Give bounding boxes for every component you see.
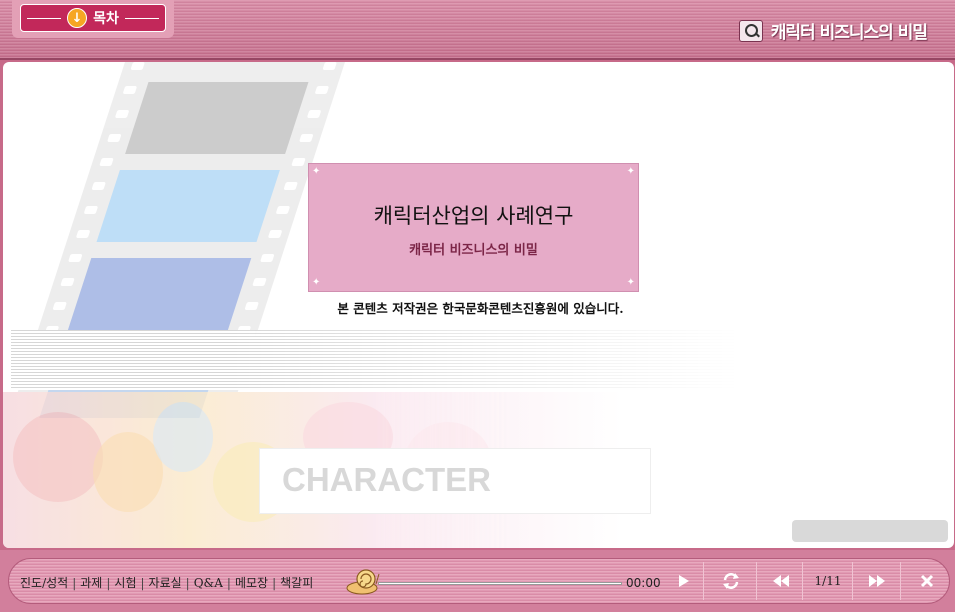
divider	[802, 562, 803, 600]
character-banner: CHARACTER	[259, 448, 651, 514]
copyright-notice: 본 콘텐츠 저작권은 한국문화콘텐츠진흥원에 있습니다.	[337, 301, 624, 316]
divider	[900, 562, 901, 600]
sparkle-icon: ✦	[626, 277, 635, 288]
sparkle-icon: ✦	[312, 277, 321, 288]
course-title: 캐릭터 비즈니스의 비밀	[738, 18, 928, 43]
lesson-title: 캐릭터산업의 사례연구	[373, 204, 574, 228]
menu-memo[interactable]: 메모장	[235, 574, 268, 591]
character-banner-text: CHARACTER	[282, 461, 491, 498]
sparkle-icon: ✦	[312, 166, 321, 177]
bottom-menu: 진도/성적 | 과제 | 시험 | 자료실 | Q&A | 메모장 | 책갈피	[20, 574, 314, 591]
menu-assignment[interactable]: 과제	[80, 574, 102, 591]
next-page-icon[interactable]	[860, 562, 894, 600]
menu-qna[interactable]: Q&A	[194, 576, 223, 590]
search-icon[interactable]	[738, 19, 763, 42]
toc-decoration-line	[125, 18, 159, 19]
replay-icon[interactable]	[712, 562, 750, 600]
play-icon[interactable]	[672, 562, 696, 600]
content-area: CHARACTER ✦ ✦ ✦ ✦ 캐릭터산업의 사례연구 캐릭터 비즈니스의 …	[3, 62, 954, 548]
sparkle-icon: ✦	[626, 166, 635, 177]
divider	[852, 562, 853, 600]
lesson-subtitle: 캐릭터 비즈니스의 비밀	[409, 243, 538, 258]
title-card: ✦ ✦ ✦ ✦ 캐릭터산업의 사례연구 캐릭터 비즈니스의 비밀	[308, 163, 639, 292]
divider	[703, 562, 704, 600]
menu-progress[interactable]: 진도/성적	[20, 574, 68, 591]
snail-progress-handle[interactable]	[346, 566, 382, 596]
page-indicator: 1/11	[814, 574, 842, 588]
menu-bookmark[interactable]: 책갈피	[280, 574, 313, 591]
previous-page-icon[interactable]	[764, 562, 798, 600]
toc-decoration-line	[27, 18, 61, 19]
progress-track[interactable]	[378, 582, 622, 585]
divider	[756, 562, 757, 600]
caption-slot	[792, 520, 948, 542]
decorative-stripes	[11, 330, 741, 390]
toc-label: 목차	[93, 11, 119, 27]
toc-button[interactable]: ↓ 목차	[20, 4, 166, 32]
course-title-text: 캐릭터 비즈니스의 비밀	[770, 23, 928, 43]
arrow-down-icon: ↓	[67, 8, 88, 28]
elapsed-time: 00:00	[626, 576, 661, 590]
control-bar: 진도/성적 | 과제 | 시험 | 자료실 | Q&A | 메모장 | 책갈피 00:00 …	[0, 550, 955, 612]
toc-tab: ↓ 목차	[12, 0, 174, 38]
menu-exam[interactable]: 시험	[114, 574, 136, 591]
close-icon[interactable]	[910, 562, 944, 600]
menu-resources[interactable]: 자료실	[149, 574, 182, 591]
